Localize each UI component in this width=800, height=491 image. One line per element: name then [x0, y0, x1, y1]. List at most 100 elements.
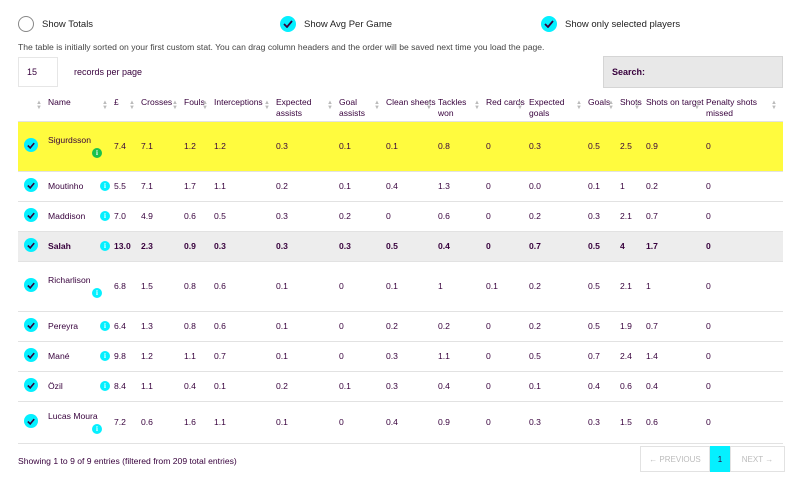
column-header[interactable]: Interceptions ▲ ▼: [214, 93, 276, 122]
sort-icon[interactable]: ▲ ▼: [264, 100, 270, 111]
radio-off-icon[interactable]: [18, 16, 34, 32]
info-icon[interactable]: i: [100, 381, 110, 391]
column-header[interactable]: Shots on target ▲ ▼: [646, 93, 706, 122]
player-name[interactable]: Mané: [48, 351, 70, 361]
check-icon[interactable]: [541, 16, 557, 32]
sort-icon[interactable]: ▲ ▼: [36, 100, 42, 111]
show-totals-toggle[interactable]: Show Totals: [18, 16, 93, 32]
column-header[interactable]: Fouls ▲ ▼: [184, 93, 214, 122]
player-name[interactable]: Salah: [48, 241, 71, 251]
select-cell[interactable]: [18, 341, 48, 372]
player-name[interactable]: Maddison: [48, 211, 85, 221]
stat-cell: 0: [706, 311, 783, 342]
next-button[interactable]: NEXT →: [730, 446, 785, 472]
player-name[interactable]: Özil: [48, 381, 63, 391]
stat-cell: 1: [646, 261, 706, 312]
check-icon[interactable]: [24, 348, 38, 362]
info-icon[interactable]: i: [100, 241, 110, 251]
check-icon[interactable]: [24, 178, 38, 192]
column-header[interactable]: £ ▲ ▼: [114, 93, 141, 122]
stat-cell: 8.4: [114, 371, 141, 402]
previous-button[interactable]: ← PREVIOUS: [640, 446, 710, 472]
table-row[interactable]: Sigurdsson i 7.4 7.1 1.2 1.2 0.3 0.1 0.1 0.8 0 0.3 0…: [18, 121, 783, 172]
table-row[interactable]: Pereyra i 6.4 1.3 0.8 0.6 0.1 0 0.2 0.2 0 0.2 0.5 1.9…: [18, 311, 783, 342]
select-cell[interactable]: [18, 171, 48, 202]
column-header[interactable]: Red cards ▲ ▼: [486, 93, 529, 122]
stat-cell: 0: [706, 231, 783, 262]
show-avg-toggle[interactable]: Show Avg Per Game: [280, 16, 392, 32]
stat-cell: 0.1: [529, 371, 588, 402]
sort-icon[interactable]: ▲ ▼: [771, 100, 777, 111]
select-cell[interactable]: [18, 231, 48, 262]
sort-icon[interactable]: ▲ ▼: [327, 100, 333, 111]
check-icon[interactable]: [24, 414, 38, 428]
info-icon[interactable]: i: [92, 147, 102, 158]
sort-icon[interactable]: ▲ ▼: [374, 100, 380, 111]
per-page-label: records per page: [74, 67, 143, 77]
check-icon[interactable]: [24, 138, 38, 152]
column-header[interactable]: Crosses ▲ ▼: [141, 93, 184, 122]
column-header[interactable]: Shots ▲ ▼: [620, 93, 646, 122]
info-icon[interactable]: i: [100, 321, 110, 331]
sort-icon[interactable]: ▲ ▼: [608, 100, 614, 111]
select-cell[interactable]: [18, 121, 48, 172]
sort-icon[interactable]: ▲ ▼: [172, 100, 178, 111]
column-header[interactable]: Expected assists ▲ ▼: [276, 93, 339, 122]
info-icon[interactable]: i: [100, 351, 110, 361]
stat-cell: 0.3: [588, 201, 620, 232]
stat-cell: 0.3: [276, 121, 339, 172]
stat-cell: 0.5: [588, 311, 620, 342]
search-input[interactable]: Search:: [603, 56, 783, 88]
sort-icon[interactable]: ▲ ▼: [129, 100, 135, 111]
player-name[interactable]: Richarlison: [48, 275, 112, 285]
sort-icon[interactable]: ▲ ▼: [694, 100, 700, 111]
info-icon[interactable]: i: [100, 181, 110, 191]
sort-icon[interactable]: ▲ ▼: [576, 100, 582, 111]
column-header[interactable]: Expected goals ▲ ▼: [529, 93, 588, 122]
select-cell[interactable]: [18, 401, 48, 444]
check-icon[interactable]: [280, 16, 296, 32]
select-cell[interactable]: [18, 201, 48, 232]
column-header[interactable]: Tackles won ▲ ▼: [438, 93, 486, 122]
sort-icon[interactable]: ▲ ▼: [517, 100, 523, 111]
info-icon[interactable]: i: [92, 287, 102, 298]
table-row[interactable]: Salah i 13.0 2.3 0.9 0.3 0.3 0.3 0.5 0.4 0 0.7 0.5 4 1…: [18, 231, 783, 262]
column-header[interactable]: Clean sheets ▲ ▼: [386, 93, 438, 122]
sort-icon[interactable]: ▲ ▼: [202, 100, 208, 111]
stat-cell: 0.3: [386, 341, 438, 372]
table-row[interactable]: Lucas Moura i 7.2 0.6 1.6 1.1 0.1 0 0.4 0.9 0 0.3 0.…: [18, 401, 783, 444]
table-row[interactable]: Maddison i 7.0 4.9 0.6 0.5 0.3 0.2 0 0.6 0 0.2 0.3 2.…: [18, 201, 783, 232]
sort-icon[interactable]: ▲ ▼: [426, 100, 432, 111]
player-name[interactable]: Lucas Moura: [48, 411, 112, 421]
info-icon[interactable]: i: [100, 211, 110, 221]
info-icon[interactable]: i: [92, 423, 102, 434]
sort-icon[interactable]: ▲ ▼: [634, 100, 640, 111]
sort-icon[interactable]: ▲ ▼: [102, 100, 108, 111]
check-icon[interactable]: [24, 378, 38, 392]
table-row[interactable]: Özil i 8.4 1.1 0.4 0.1 0.2 0.1 0.3 0.4 0 0.1 0.4 0.6 0…: [18, 371, 783, 402]
column-header[interactable]: Goal assists ▲ ▼: [339, 93, 386, 122]
show-selected-toggle[interactable]: Show only selected players: [541, 16, 680, 32]
select-cell[interactable]: [18, 261, 48, 312]
table-row[interactable]: Richarlison i 6.8 1.5 0.8 0.6 0.1 0 0.1 1 0.1 0.2 0.…: [18, 261, 783, 312]
page-1-button[interactable]: 1: [710, 446, 730, 472]
player-name[interactable]: Pereyra: [48, 321, 78, 331]
check-icon[interactable]: [24, 318, 38, 332]
column-header[interactable]: Penalty shots missed ▲ ▼: [706, 93, 783, 122]
check-icon[interactable]: [24, 208, 38, 222]
select-cell[interactable]: [18, 371, 48, 402]
check-icon[interactable]: [24, 278, 38, 292]
per-page-select[interactable]: 15: [18, 57, 58, 87]
column-header-select[interactable]: ▲ ▼: [18, 93, 48, 122]
player-name[interactable]: Sigurdsson: [48, 135, 112, 145]
column-header[interactable]: Name ▲ ▼: [48, 93, 114, 122]
player-name-cell: Moutinho i: [48, 171, 114, 202]
table-row[interactable]: Moutinho i 5.5 7.1 1.7 1.1 0.2 0.1 0.4 1.3 0 0.0 0.1…: [18, 171, 783, 202]
player-name-cell: Mané i: [48, 341, 114, 372]
player-name[interactable]: Moutinho: [48, 181, 83, 191]
table-row[interactable]: Mané i 9.8 1.2 1.1 0.7 0.1 0 0.3 1.1 0 0.5 0.7 2.4 1.4…: [18, 341, 783, 372]
select-cell[interactable]: [18, 311, 48, 342]
check-icon[interactable]: [24, 238, 38, 252]
column-header[interactable]: Goals ▲ ▼: [588, 93, 620, 122]
sort-icon[interactable]: ▲ ▼: [474, 100, 480, 111]
